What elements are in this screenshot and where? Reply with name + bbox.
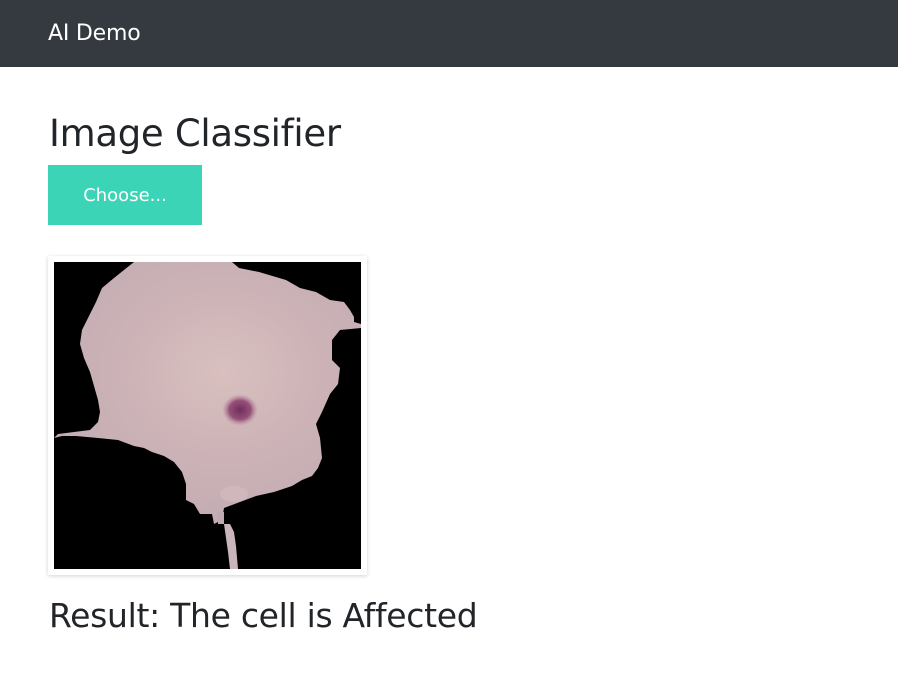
- choose-file-button[interactable]: Choose...: [48, 165, 202, 225]
- main-content: Image Classifier Choose... Result: The c…: [48, 112, 869, 635]
- result-text: Result: The cell is Affected: [49, 596, 478, 635]
- page-title: Image Classifier: [49, 112, 341, 155]
- cell-highlight: [220, 486, 248, 502]
- image-preview: [48, 256, 367, 575]
- brand-link[interactable]: AI Demo: [48, 21, 141, 46]
- navbar: AI Demo: [0, 0, 898, 67]
- cell-image: [54, 262, 361, 569]
- parasite-stain: [222, 394, 258, 426]
- cell-notch: [218, 512, 224, 524]
